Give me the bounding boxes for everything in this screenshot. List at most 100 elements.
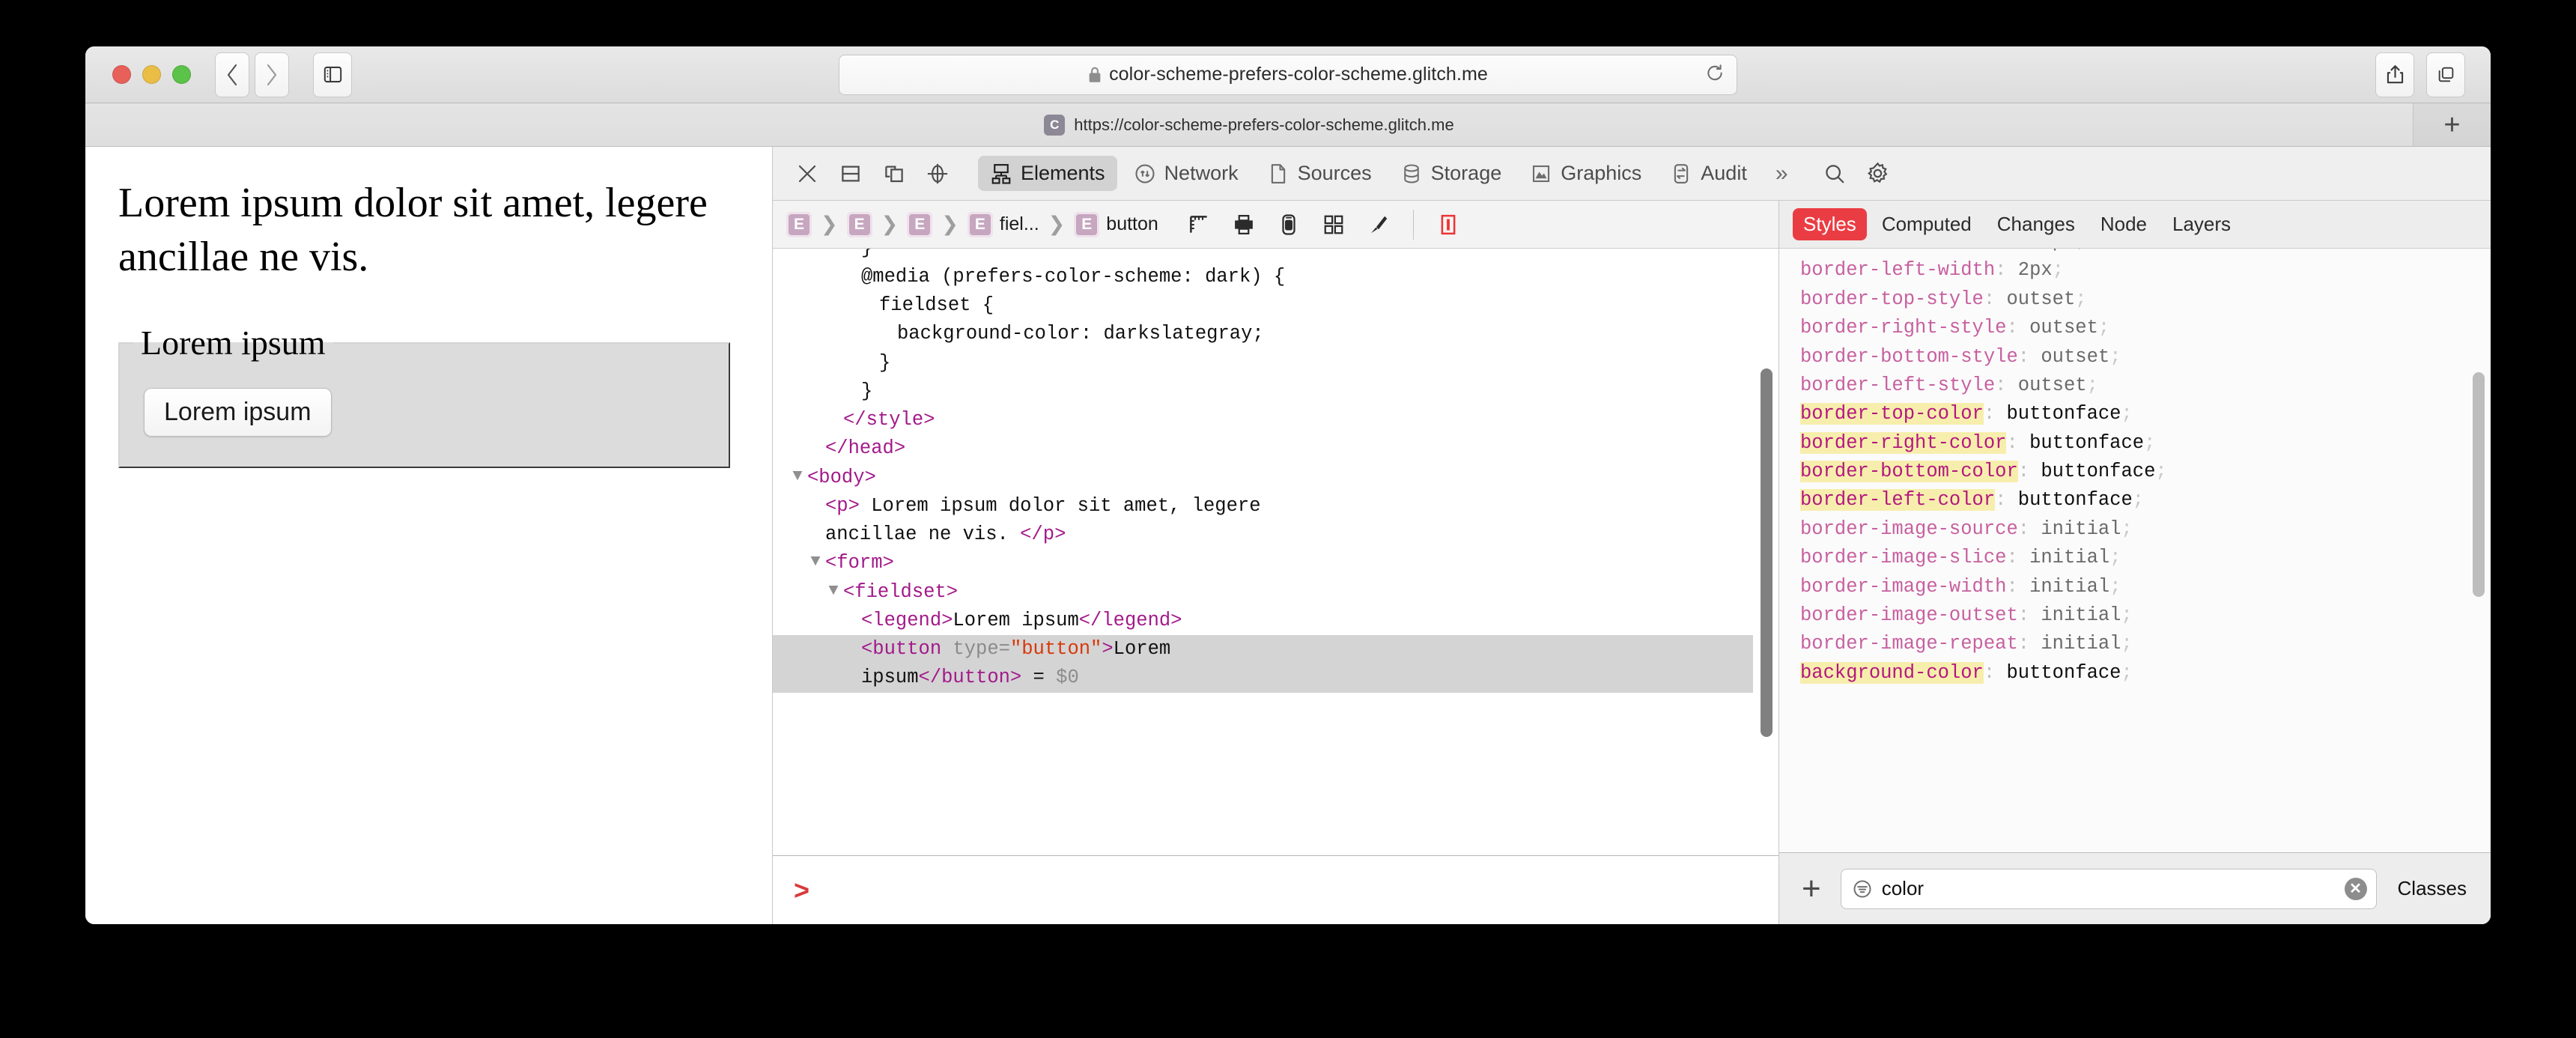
device-preview-button[interactable] (1274, 210, 1304, 240)
breadcrumb-item-button[interactable]: E button (1074, 211, 1158, 237)
tab-storage[interactable]: Storage (1388, 156, 1514, 191)
grid-overlay-button[interactable] (1319, 210, 1349, 240)
dom-tree-line[interactable]: ▼ <form> (773, 549, 1753, 577)
breadcrumb-item-fieldset[interactable]: E fiel... (967, 211, 1039, 237)
close-window-button[interactable] (112, 65, 131, 84)
dom-tree-line[interactable]: } (773, 249, 1753, 263)
tab-node[interactable]: Node (2090, 208, 2157, 240)
style-declaration-row[interactable]: border-left-style: outset; (1800, 371, 2491, 400)
styles-declarations-list[interactable]: border-bottom-width: 2px;border-left-wid… (1779, 249, 2491, 852)
clear-filter-button[interactable]: ✕ (2344, 877, 2367, 900)
style-property-name[interactable]: border-top-color (1800, 403, 1984, 425)
expand-triangle-icon[interactable]: ▼ (780, 464, 815, 488)
browser-tab[interactable]: C https://color-scheme-prefers-color-sch… (85, 103, 2413, 146)
new-tab-button[interactable]: + (2413, 103, 2491, 146)
tab-changes[interactable]: Changes (1987, 208, 2086, 240)
dom-tree-line[interactable]: } (773, 377, 1753, 406)
tab-styles[interactable]: Styles (1793, 208, 1867, 240)
breadcrumb-item-0[interactable]: E (786, 211, 812, 237)
style-property-value[interactable]: outset (1995, 288, 2075, 310)
dock-separate-window-button[interactable] (875, 154, 914, 193)
devtools-overflow-button[interactable]: » (1764, 155, 1800, 192)
dom-tree-line[interactable]: @media (prefers-color-scheme: dark) { (773, 263, 1753, 291)
print-styles-button[interactable] (1229, 210, 1259, 240)
dom-tree-line[interactable]: <button type="button">Lorem (773, 635, 1753, 664)
style-declaration-row[interactable]: border-bottom-width: 2px; (1800, 249, 2491, 256)
style-property-name[interactable]: border-left-color (1800, 489, 1996, 512)
devtools-settings-button[interactable] (1859, 154, 1898, 193)
style-property-name[interactable]: border-top-style (1800, 288, 1984, 310)
styles-filter-input[interactable]: color ✕ (1840, 868, 2377, 909)
dom-tree-line[interactable]: <legend>Lorem ipsum</legend> (773, 607, 1753, 635)
add-rule-button[interactable]: + (1796, 872, 1827, 905)
style-property-value[interactable]: buttonface (1995, 662, 2121, 684)
style-declaration-row[interactable]: border-bottom-color: buttonface; (1800, 458, 2491, 486)
style-property-name[interactable]: border-image-repeat (1800, 633, 2018, 655)
dom-tree-line[interactable]: ▼ <fieldset> (773, 578, 1753, 607)
style-declaration-row[interactable]: border-image-width: initial; (1800, 573, 2491, 601)
style-property-name[interactable]: border-bottom-width (1800, 249, 2018, 252)
style-declaration-row[interactable]: border-top-style: outset; (1800, 285, 2491, 314)
dock-bottom-button[interactable] (831, 154, 870, 193)
style-property-value[interactable]: buttonface (2006, 489, 2133, 511)
style-property-value[interactable]: buttonface (2029, 461, 2155, 482)
style-property-value[interactable]: initial (2018, 576, 2109, 598)
maximize-window-button[interactable] (172, 65, 191, 84)
tab-elements[interactable]: Elements (978, 156, 1117, 191)
highlight-element-button[interactable] (1433, 210, 1463, 240)
style-declaration-row[interactable]: border-right-style: outset; (1800, 314, 2491, 342)
breadcrumb-item-1[interactable]: E (846, 211, 872, 237)
devtools-search-button[interactable] (1815, 154, 1854, 193)
style-declaration-row[interactable]: border-top-color: buttonface; (1800, 400, 2491, 428)
style-property-name[interactable]: border-image-width (1800, 576, 2006, 598)
style-declaration-row[interactable]: border-image-repeat: initial; (1800, 630, 2491, 658)
style-property-name[interactable]: border-right-style (1800, 317, 2006, 339)
minimize-window-button[interactable] (142, 65, 161, 84)
forward-button[interactable] (255, 52, 289, 97)
style-property-value[interactable]: 2px (2006, 259, 2053, 281)
tab-computed[interactable]: Computed (1871, 208, 1982, 240)
tab-layers[interactable]: Layers (2162, 208, 2241, 240)
style-property-name[interactable]: border-bottom-style (1800, 346, 2018, 368)
style-declaration-row[interactable]: border-image-source: initial; (1800, 515, 2491, 544)
layout-ruler-button[interactable] (1184, 210, 1214, 240)
dom-tree-scrollbar[interactable] (1761, 368, 1772, 737)
dom-tree[interactable]: fieldset {background-color: gainsboro;}@… (773, 249, 1778, 855)
style-property-value[interactable]: outset (2029, 346, 2109, 368)
dom-tree-line[interactable]: background-color: darkslategray; (773, 320, 1753, 348)
style-property-value[interactable]: initial (2018, 547, 2109, 568)
expand-triangle-icon[interactable]: ▼ (798, 549, 833, 574)
style-declaration-row[interactable]: border-right-color: buttonface; (1800, 429, 2491, 458)
address-bar[interactable]: color-scheme-prefers-color-scheme.glitch… (839, 54, 1737, 95)
inspect-element-button[interactable] (918, 154, 957, 193)
style-property-value[interactable]: outset (2006, 374, 2087, 396)
style-property-name[interactable]: border-right-color (1800, 431, 2007, 454)
styles-scrollbar[interactable] (2473, 372, 2485, 597)
dom-tree-line[interactable]: ancillae ne vis. </p> (773, 520, 1753, 549)
console-drawer[interactable]: > (773, 855, 1778, 924)
style-declaration-row[interactable]: border-image-outset: initial; (1800, 601, 2491, 630)
dom-tree-line[interactable]: ▼ <body> (773, 464, 1753, 492)
reload-button[interactable] (1705, 63, 1725, 86)
style-property-name[interactable]: border-left-style (1800, 374, 1995, 396)
dom-tree-line[interactable]: </style> (773, 406, 1753, 434)
dom-tree-line[interactable]: </head> (773, 434, 1753, 463)
dom-tree-line[interactable]: fieldset { (773, 291, 1753, 320)
style-declaration-row[interactable]: border-bottom-style: outset; (1800, 343, 2491, 371)
sidebar-toggle-button[interactable] (313, 52, 352, 97)
style-property-name[interactable]: border-image-outset (1800, 604, 2018, 626)
style-property-value[interactable]: buttonface (1995, 403, 2121, 425)
style-property-value[interactable]: initial (2029, 604, 2121, 626)
style-property-value[interactable]: outset (2018, 317, 2098, 339)
style-property-name[interactable]: border-image-source (1800, 518, 2018, 540)
style-property-value[interactable]: initial (2029, 633, 2121, 655)
style-property-value[interactable]: buttonface (2018, 432, 2144, 454)
page-button[interactable]: Lorem ipsum (144, 388, 332, 437)
paint-brush-button[interactable] (1364, 210, 1394, 240)
style-declaration-row[interactable]: border-left-color: buttonface; (1800, 486, 2491, 515)
style-property-value[interactable]: 2px (2029, 249, 2075, 252)
style-property-name[interactable]: background-color (1800, 661, 1984, 684)
tab-overview-button[interactable] (2426, 52, 2465, 97)
tab-sources[interactable]: Sources (1255, 156, 1384, 191)
expand-triangle-icon[interactable]: ▼ (816, 578, 851, 603)
